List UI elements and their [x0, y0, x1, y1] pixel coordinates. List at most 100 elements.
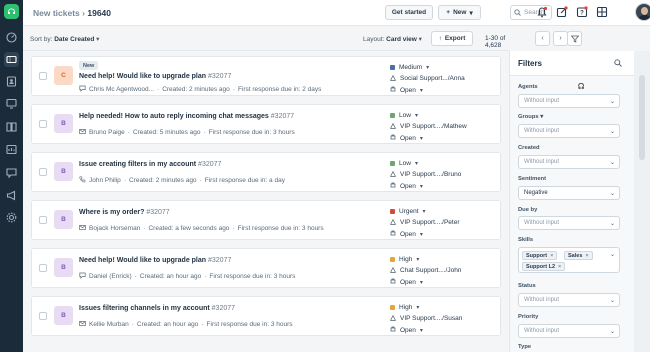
ticket-subject[interactable]: Help needed! How to auto reply incoming …: [79, 113, 294, 120]
ticket-checkbox[interactable]: [39, 168, 47, 176]
reports-icon[interactable]: [5, 143, 18, 156]
filter-toggle-button[interactable]: [567, 31, 582, 46]
group-agent-dropdown[interactable]: VIP Support..../Peter: [390, 218, 500, 228]
priority-dropdown[interactable]: High ▾: [390, 254, 500, 264]
group-agent-dropdown[interactable]: VIP Support..../Bruno: [390, 170, 500, 180]
requester-name[interactable]: Kellie Murban: [89, 321, 129, 328]
sort-by-dropdown[interactable]: Sort by: Date Created ▾: [30, 35, 99, 43]
group-agent-dropdown[interactable]: VIP Support..../Mathew: [390, 122, 500, 132]
groups-select[interactable]: Without input ⌄: [518, 124, 620, 138]
requester-name[interactable]: John Philip: [89, 177, 121, 184]
compose-icon[interactable]: [555, 5, 569, 19]
created-time: Created: a few seconds ago: [148, 225, 230, 232]
solutions-icon[interactable]: [5, 120, 18, 133]
skill-chip[interactable]: Support ×: [522, 251, 558, 260]
ticket-checkbox[interactable]: [39, 264, 47, 272]
skill-chip[interactable]: Support L2 ×: [522, 262, 566, 271]
ticket-subject-text[interactable]: Need help! Would like to upgrade plan: [79, 257, 206, 264]
ticket-subject[interactable]: Issues filtering channels in my account …: [79, 305, 235, 312]
remove-chip-icon[interactable]: ×: [550, 253, 553, 259]
agents-select[interactable]: Without input ⌄: [518, 94, 620, 108]
requester-name[interactable]: Chris Mc Agentwood...: [89, 86, 154, 93]
help-icon[interactable]: ?: [575, 5, 589, 19]
status-dropdown[interactable]: Open ▾: [390, 325, 500, 335]
priority-value: High: [399, 255, 413, 263]
meta-separator: ·: [199, 177, 202, 184]
status-value: Open: [400, 182, 416, 190]
monitor-icon[interactable]: [5, 97, 18, 110]
priority-dropdown[interactable]: Medium ▾: [390, 62, 500, 72]
dashboard-icon[interactable]: [5, 31, 18, 44]
tickets-icon[interactable]: [4, 52, 19, 67]
ticket-subject[interactable]: Where is my order? #32077: [79, 209, 170, 216]
contacts-icon[interactable]: [5, 75, 18, 88]
ticket-subject[interactable]: Issue creating filters in my account #32…: [79, 161, 221, 168]
status-select[interactable]: Without input ⌄: [518, 293, 620, 307]
bell-icon[interactable]: [535, 5, 549, 19]
status-dropdown[interactable]: Open ▾: [390, 229, 500, 239]
get-started-button[interactable]: Get started: [385, 5, 433, 20]
filter-search-icon[interactable]: [614, 59, 622, 69]
meta-separator: ·: [131, 321, 134, 328]
export-button[interactable]: ↑ Export: [431, 31, 473, 46]
status-dropdown[interactable]: Open ▾: [390, 277, 500, 287]
ticket-subject[interactable]: Need help! Would like to upgrade plan #3…: [79, 257, 231, 264]
ticket-card[interactable]: C New Need help! Would like to upgrade p…: [31, 56, 501, 96]
meta-separator: ·: [201, 321, 204, 328]
chat-bubble-icon[interactable]: [5, 166, 18, 179]
ticket-subject-text[interactable]: Where is my order?: [79, 209, 144, 216]
ticket-subject-text[interactable]: Issues filtering channels in my account: [79, 305, 210, 312]
group-agent-dropdown[interactable]: VIP Support..../Susan: [390, 314, 500, 324]
priority-dropdown[interactable]: High ▾: [390, 302, 500, 312]
ticket-card[interactable]: B Need help! Would like to upgrade plan …: [31, 248, 501, 288]
ticket-subject[interactable]: Need help! Would like to upgrade plan #3…: [79, 73, 231, 80]
ticket-subject-text[interactable]: Need help! Would like to upgrade plan: [79, 73, 206, 80]
status-dropdown[interactable]: Open ▾: [390, 133, 500, 143]
group-agent-dropdown[interactable]: Social Support.../Anna: [390, 74, 500, 84]
status-dropdown[interactable]: Open ▾: [390, 85, 500, 95]
priority-dropdown[interactable]: Low ▾: [390, 158, 500, 168]
ticket-checkbox[interactable]: [39, 216, 47, 224]
sentiment-select[interactable]: Negative ⌄: [518, 186, 620, 200]
remove-chip-icon[interactable]: ×: [558, 264, 561, 270]
created-select[interactable]: Without input ⌄: [518, 155, 620, 169]
layout-dropdown[interactable]: Layout: Card view ▾: [363, 35, 422, 43]
remove-chip-icon[interactable]: ×: [585, 253, 588, 259]
app-logo[interactable]: [4, 4, 19, 19]
due-by-select[interactable]: Without input ⌄: [518, 216, 620, 230]
ticket-checkbox[interactable]: [39, 120, 47, 128]
chevron-down-icon: ▾: [418, 36, 422, 43]
ticket-card[interactable]: B Help needed! How to auto reply incomin…: [31, 104, 501, 144]
ticket-checkbox[interactable]: [39, 72, 47, 80]
ticket-number: #32077: [146, 209, 170, 216]
ticket-card[interactable]: B Issue creating filters in my account #…: [31, 152, 501, 192]
group-agent-value: Chat Support..../John: [400, 267, 462, 274]
group-agent-dropdown[interactable]: Chat Support..../John: [390, 266, 500, 276]
priority-dropdown[interactable]: Urgent ▾: [390, 206, 500, 216]
requester-name[interactable]: Bojack Horseman: [89, 225, 140, 232]
priority-select[interactable]: Without input ⌄: [518, 324, 620, 338]
announcement-icon[interactable]: [5, 189, 18, 202]
ticket-subject-text[interactable]: Issue creating filters in my account: [79, 161, 196, 168]
apps-grid-icon[interactable]: [595, 5, 609, 19]
ticket-card[interactable]: B Issues filtering channels in my accoun…: [31, 296, 501, 336]
next-page-button[interactable]: ›: [553, 31, 568, 46]
prev-page-button[interactable]: ‹: [535, 31, 550, 46]
filters-scrollbar[interactable]: [634, 51, 650, 352]
ticket-subject-text[interactable]: Help needed! How to auto reply incoming …: [79, 113, 269, 120]
ticket-number: #32077: [208, 73, 232, 80]
breadcrumb-title[interactable]: New tickets: [33, 8, 80, 18]
skill-chip[interactable]: Sales ×: [564, 251, 593, 260]
new-dropdown-button[interactable]: + New ▾: [438, 5, 481, 20]
settings-gear-icon[interactable]: [5, 211, 18, 224]
requester-name[interactable]: Daniel (Enrick): [89, 273, 132, 280]
user-avatar[interactable]: [635, 3, 650, 21]
status-dropdown[interactable]: Open ▾: [390, 181, 500, 191]
ticket-checkbox[interactable]: [39, 312, 47, 320]
ticket-card[interactable]: B Where is my order? #32077 Bojack Horse…: [31, 200, 501, 240]
meta-separator: ·: [134, 273, 137, 280]
skills-multiselect[interactable]: Support × Sales × Support L2 × ⌄: [518, 247, 620, 273]
requester-name[interactable]: Bruno Paige: [89, 129, 125, 136]
scrollbar-thumb[interactable]: [639, 75, 645, 160]
priority-dropdown[interactable]: Low ▾: [390, 110, 500, 120]
